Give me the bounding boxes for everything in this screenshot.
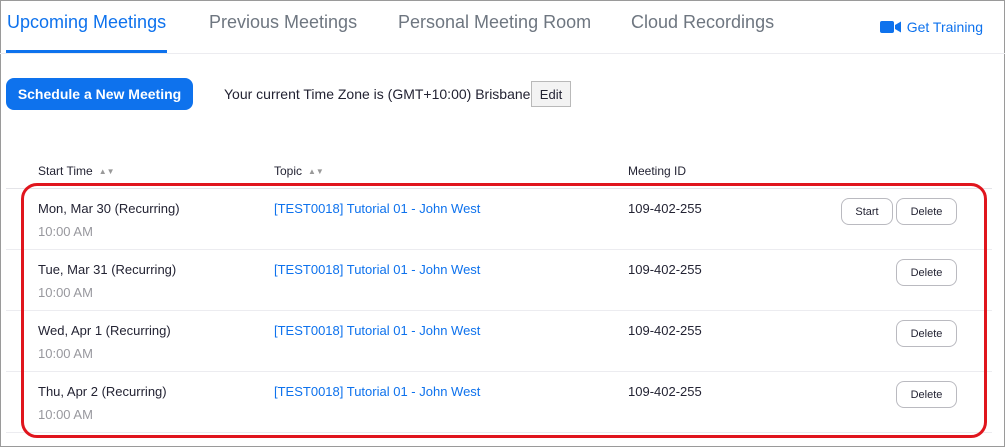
schedule-new-meeting-button[interactable]: Schedule a New Meeting — [6, 78, 193, 110]
meeting-topic-link[interactable]: [TEST0018] Tutorial 01 - John West — [274, 323, 480, 338]
get-training-link[interactable]: Get Training — [879, 19, 983, 35]
meeting-time: 10:00 AM — [38, 285, 93, 300]
edit-timezone-button[interactable]: Edit — [531, 81, 571, 107]
table-row: Thu, Apr 2 (Recurring) 10:00 AM [TEST001… — [6, 372, 992, 433]
column-header-start-time[interactable]: Start Time ▲▼ — [38, 164, 115, 178]
meeting-time: 10:00 AM — [38, 407, 93, 422]
table-row: Mon, Mar 30 (Recurring) 10:00 AM [TEST00… — [6, 189, 992, 250]
meeting-time: 10:00 AM — [38, 346, 93, 361]
tab-previous-meetings[interactable]: Previous Meetings — [209, 12, 357, 33]
meeting-topic-link[interactable]: [TEST0018] Tutorial 01 - John West — [274, 384, 480, 399]
tab-personal-meeting-room[interactable]: Personal Meeting Room — [398, 12, 591, 33]
meeting-topic-link[interactable]: [TEST0018] Tutorial 01 - John West — [274, 262, 480, 277]
delete-meeting-button[interactable]: Delete — [896, 381, 957, 408]
meeting-tabs: Upcoming Meetings Previous Meetings Pers… — [0, 0, 1005, 54]
delete-meeting-button[interactable]: Delete — [896, 198, 957, 225]
column-header-topic[interactable]: Topic ▲▼ — [274, 164, 324, 178]
delete-meeting-button[interactable]: Delete — [896, 259, 957, 286]
active-tab-indicator — [6, 50, 167, 53]
meeting-id: 109-402-255 — [628, 201, 702, 216]
meeting-date: Mon, Mar 30 (Recurring) — [38, 201, 180, 216]
start-meeting-button[interactable]: Start — [841, 198, 893, 225]
video-camera-icon — [879, 21, 901, 33]
meeting-date: Wed, Apr 1 (Recurring) — [38, 323, 171, 338]
sort-icon: ▲▼ — [98, 167, 115, 176]
meeting-time: 10:00 AM — [38, 224, 93, 239]
meeting-id: 109-402-255 — [628, 384, 702, 399]
column-label: Start Time — [38, 164, 93, 178]
get-training-label: Get Training — [906, 19, 983, 35]
table-row: Tue, Mar 31 (Recurring) 10:00 AM [TEST00… — [6, 250, 992, 311]
column-label: Topic — [274, 164, 303, 178]
delete-meeting-button[interactable]: Delete — [896, 320, 957, 347]
table-row: Wed, Apr 1 (Recurring) 10:00 AM [TEST001… — [6, 311, 992, 372]
timezone-text: Your current Time Zone is (GMT+10:00) Br… — [224, 86, 535, 102]
meetings-table-header: Start Time ▲▼ Topic ▲▼ Meeting ID — [6, 152, 992, 189]
tab-cloud-recordings[interactable]: Cloud Recordings — [631, 12, 774, 33]
meeting-topic-link[interactable]: [TEST0018] Tutorial 01 - John West — [274, 201, 480, 216]
tab-upcoming-meetings[interactable]: Upcoming Meetings — [7, 12, 166, 33]
meeting-date: Tue, Mar 31 (Recurring) — [38, 262, 177, 277]
meeting-id: 109-402-255 — [628, 323, 702, 338]
sort-icon: ▲▼ — [308, 167, 324, 176]
meeting-id: 109-402-255 — [628, 262, 702, 277]
column-header-meeting-id: Meeting ID — [628, 164, 687, 178]
meeting-date: Thu, Apr 2 (Recurring) — [38, 384, 167, 399]
